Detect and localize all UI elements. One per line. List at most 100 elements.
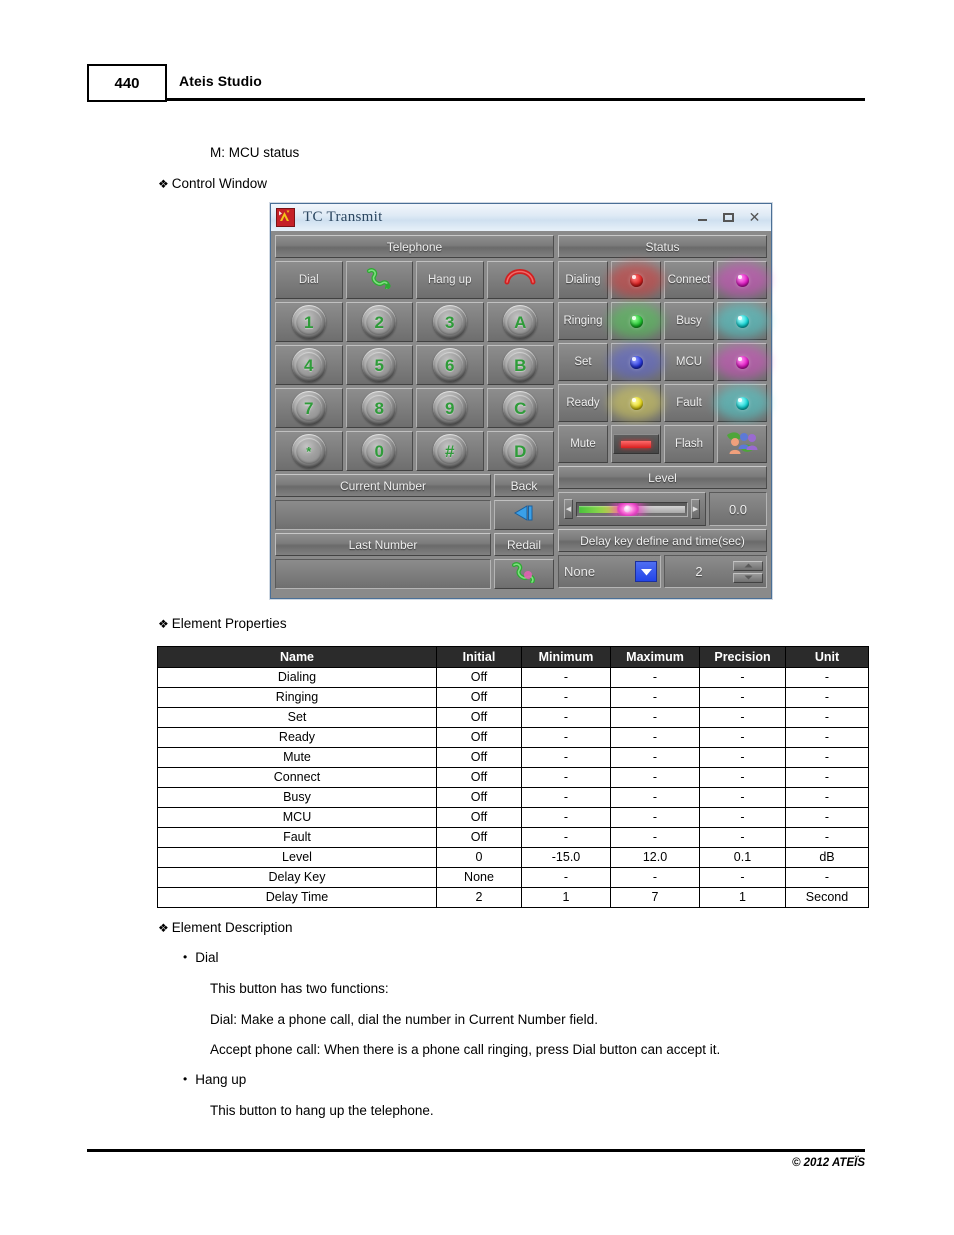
cell-value: -15.0 xyxy=(521,847,611,868)
cell-name: Delay Time xyxy=(157,887,437,908)
cell-value: - xyxy=(699,727,786,748)
back-arrow-icon xyxy=(511,504,537,527)
cell-value: - xyxy=(610,707,700,728)
diamond-bullet-icon: ❖ xyxy=(158,177,169,191)
cell-value: None xyxy=(436,867,522,888)
table-row: Mute Off - - - - xyxy=(157,747,869,768)
close-icon[interactable]: ✕ xyxy=(748,210,761,224)
section-element-description-label: Element Description xyxy=(171,920,293,935)
level-slider-thumb[interactable] xyxy=(616,502,639,516)
key-8[interactable]: 8 xyxy=(345,388,413,428)
diamond-bullet-icon: ❖ xyxy=(158,921,169,935)
dial-action-button[interactable] xyxy=(345,261,413,299)
footer-copyright: © 2012 ATEÏS xyxy=(791,1157,865,1169)
telephone-keypad[interactable]: 1 2 3 A 4 5 6 B 7 8 9 C * 0 # D xyxy=(275,302,554,471)
level-slider[interactable]: ◀ ▶ xyxy=(558,492,706,526)
cell-value: Off xyxy=(436,807,522,828)
cell-value: Off xyxy=(436,827,522,848)
key-b[interactable]: B xyxy=(486,345,554,385)
maximize-icon[interactable] xyxy=(722,211,735,224)
bullet-hangup: • Hang up xyxy=(183,1072,246,1087)
column-header-precision: Precision xyxy=(699,646,786,668)
minimize-icon[interactable] xyxy=(696,211,709,224)
key-3[interactable]: 3 xyxy=(416,302,484,342)
redial-handset-icon xyxy=(509,561,539,588)
cell-value: - xyxy=(699,687,786,708)
level-slider-track[interactable] xyxy=(576,501,688,517)
telephone-panel: Telephone Dial Hang up 1 2 3 A 4 5 6 B 7… xyxy=(275,235,554,594)
slider-left-arrow[interactable]: ◀ xyxy=(564,499,573,519)
key-c[interactable]: C xyxy=(486,388,554,428)
cell-value: 0 xyxy=(436,847,522,868)
key-6[interactable]: 6 xyxy=(416,345,484,385)
window-controls[interactable]: ✕ xyxy=(696,210,767,224)
hangup-button[interactable]: Hang up xyxy=(416,261,484,299)
status-ringing-label: Ringing xyxy=(558,302,608,340)
status-flash-button[interactable] xyxy=(717,425,767,463)
cell-value: - xyxy=(699,747,786,768)
bullet-dial-label: Dial xyxy=(195,950,219,965)
key-5[interactable]: 5 xyxy=(345,345,413,385)
redial-button[interactable] xyxy=(494,559,554,589)
key-label: 4 xyxy=(304,355,314,375)
cell-name: Delay Key xyxy=(157,867,437,888)
bullet-dot-icon: • xyxy=(183,1072,188,1086)
cell-value: - xyxy=(785,787,869,808)
cell-value: - xyxy=(699,787,786,808)
stepper-up-icon[interactable] xyxy=(733,560,763,571)
dial-button[interactable]: Dial xyxy=(275,261,343,299)
key-1[interactable]: 1 xyxy=(275,302,343,342)
key-7[interactable]: 7 xyxy=(275,388,343,428)
key-label: A xyxy=(514,312,527,332)
cell-value: 12.0 xyxy=(610,847,700,868)
stepper-down-icon[interactable] xyxy=(733,572,763,583)
table-row: Delay Key None - - - - xyxy=(157,867,869,888)
status-connect-label: Connect xyxy=(664,261,714,299)
key-2[interactable]: 2 xyxy=(345,302,413,342)
window-title: TC Transmit xyxy=(303,209,383,225)
stepper-buttons[interactable] xyxy=(733,560,763,583)
tc-transmit-window[interactable]: TC Transmit ✕ Telephone Dial Hang up 1 2… xyxy=(270,203,772,599)
cell-value: - xyxy=(699,827,786,848)
table-row: Ready Off - - - - xyxy=(157,727,869,748)
delay-key-value: None xyxy=(564,564,596,579)
key-4[interactable]: 4 xyxy=(275,345,343,385)
current-number-input[interactable] xyxy=(275,500,491,530)
footer-divider xyxy=(87,1149,865,1152)
hangup-action-button[interactable] xyxy=(486,261,554,299)
cell-name: Mute xyxy=(157,747,437,768)
status-set-label: Set xyxy=(558,343,608,381)
cell-value: 7 xyxy=(610,887,700,908)
back-button[interactable] xyxy=(494,500,554,530)
column-header-unit: Unit xyxy=(785,646,869,668)
cell-value: - xyxy=(521,707,611,728)
cell-value: - xyxy=(785,827,869,848)
chevron-down-icon[interactable] xyxy=(635,561,657,582)
key-hash[interactable]: # xyxy=(416,431,484,471)
key-9[interactable]: 9 xyxy=(416,388,484,428)
table-body: Dialing Off - - - - Ringing Off - - - - Set Off - - - - Re… xyxy=(157,667,869,908)
key-0[interactable]: 0 xyxy=(345,431,413,471)
delay-time-stepper[interactable]: 2 xyxy=(664,555,767,588)
group-people-icon xyxy=(724,429,760,460)
cell-name: Connect xyxy=(157,767,437,788)
last-number-input[interactable] xyxy=(275,559,491,589)
cell-value: - xyxy=(699,767,786,788)
cell-value: Off xyxy=(436,747,522,768)
cell-value: - xyxy=(521,867,611,888)
key-a[interactable]: A xyxy=(486,302,554,342)
cell-value: Off xyxy=(436,707,522,728)
cell-name: MCU xyxy=(157,807,437,828)
status-set-led xyxy=(609,343,663,381)
bullet-dot-icon: • xyxy=(183,950,188,964)
dial-label: Dial xyxy=(298,273,319,286)
cell-value: Off xyxy=(436,727,522,748)
key-d[interactable]: D xyxy=(486,431,554,471)
table-row: Busy Off - - - - xyxy=(157,787,869,808)
tc-titlebar[interactable]: TC Transmit ✕ xyxy=(271,204,771,232)
app-logo-icon xyxy=(276,208,295,227)
slider-right-arrow[interactable]: ▶ xyxy=(691,499,700,519)
key-star[interactable]: * xyxy=(275,431,343,471)
delay-key-dropdown[interactable]: None xyxy=(558,555,661,588)
cell-value: - xyxy=(610,807,700,828)
